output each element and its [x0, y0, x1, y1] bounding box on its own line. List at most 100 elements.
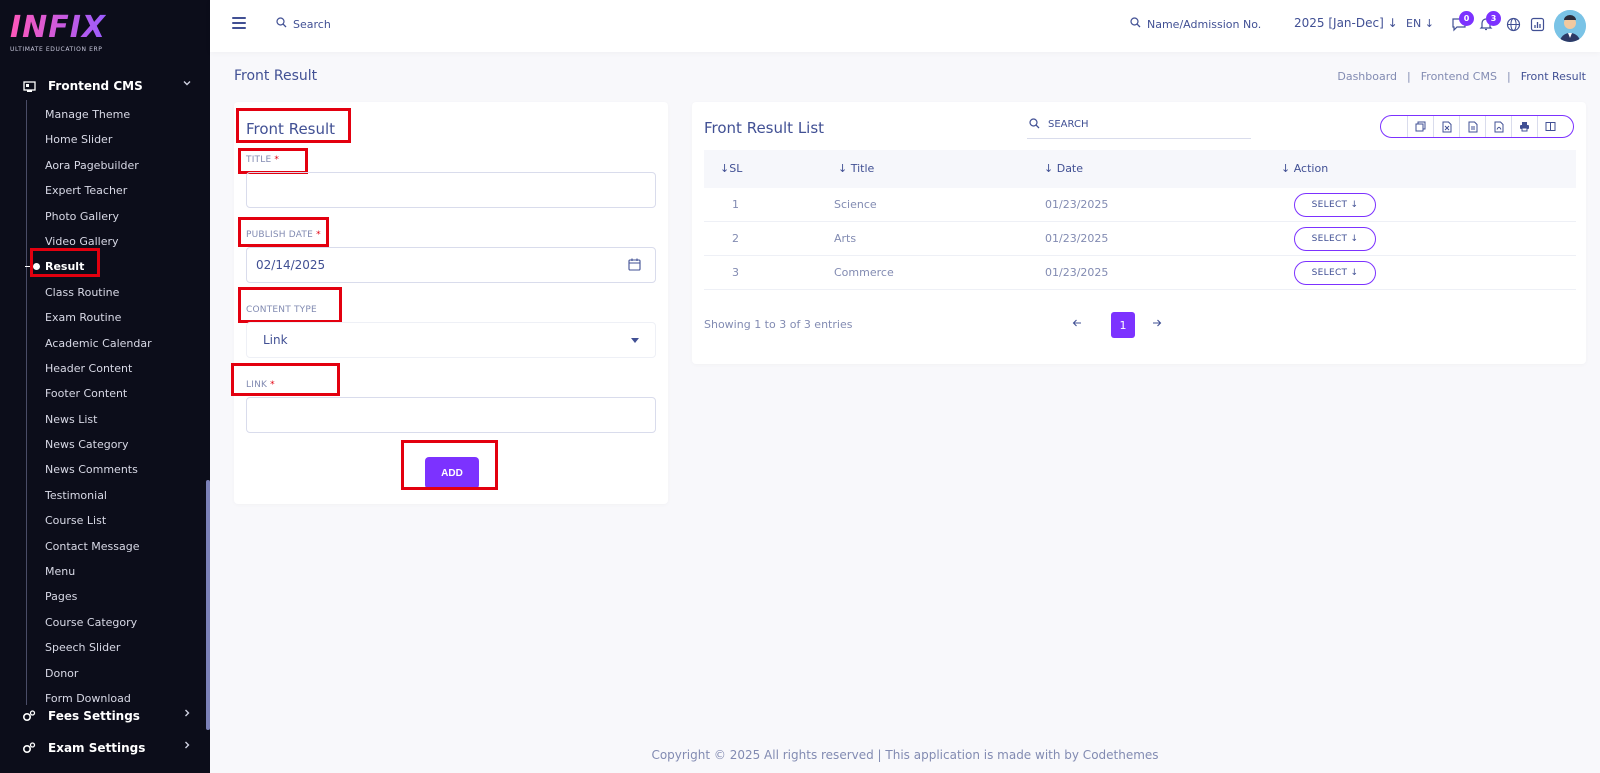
- sidebar-group-label: Fees Settings: [48, 709, 140, 723]
- breadcrumb-current: Front Result: [1520, 70, 1586, 83]
- top-search[interactable]: Search: [276, 17, 331, 31]
- notifications-button[interactable]: 3: [1477, 11, 1501, 35]
- row-select-button[interactable]: SELECT ↓: [1294, 227, 1376, 251]
- highlight-link-label: [231, 363, 340, 396]
- sidebar-group-frontend-cms[interactable]: Frontend CMS: [0, 73, 210, 99]
- column-header-sl[interactable]: ↓SL: [720, 162, 742, 175]
- front-result-form-card: Front Result TITLE * PUBLISH DATE * 02/1…: [231, 102, 668, 504]
- row-select-button[interactable]: SELECT ↓: [1294, 261, 1376, 285]
- sidebar-item-news-comments[interactable]: News Comments: [0, 457, 210, 482]
- sidebar-item-menu[interactable]: Menu: [0, 559, 210, 584]
- arrow-down-icon: ↓: [1387, 16, 1398, 30]
- cms-icon: [22, 79, 36, 93]
- copyright-text: Copyright © 2025 All rights reserved | T…: [651, 748, 1159, 762]
- search-icon: [1130, 17, 1141, 31]
- columns-icon: [1545, 122, 1556, 131]
- select-label: SELECT: [1311, 200, 1348, 210]
- admission-search-label: Name/Admission No.: [1147, 17, 1262, 31]
- sidebar-item-course-list[interactable]: Course List: [0, 508, 210, 533]
- table-header: ↓SL ↓ Title ↓ Date ↓ Action: [704, 150, 1576, 188]
- sidebar-scrollbar[interactable]: [206, 480, 210, 730]
- next-page-button[interactable]: [1152, 317, 1162, 332]
- sidebar-group-exam-settings[interactable]: Exam Settings: [0, 735, 210, 761]
- column-header-title[interactable]: ↓ Title: [838, 162, 874, 175]
- previous-page-button[interactable]: [1072, 317, 1082, 332]
- list-search[interactable]: SEARCH: [1027, 111, 1251, 139]
- csv-button[interactable]: [1459, 116, 1485, 137]
- select-label: SELECT: [1311, 268, 1348, 278]
- column-visibility-button[interactable]: [1537, 116, 1563, 137]
- pdf-button[interactable]: [1485, 116, 1511, 137]
- highlight-result-item: [30, 248, 100, 277]
- language-select[interactable]: EN ↓: [1406, 17, 1434, 30]
- sidebar-item-donor[interactable]: Donor: [0, 661, 210, 686]
- breadcrumb-frontend-cms[interactable]: Frontend CMS: [1421, 70, 1497, 83]
- sidebar-item-header-content[interactable]: Header Content: [0, 356, 210, 381]
- admission-search[interactable]: Name/Admission No.: [1130, 17, 1261, 31]
- sidebar-item-exam-routine[interactable]: Exam Routine: [0, 305, 210, 330]
- sidebar-item-aora-pagebuilder[interactable]: Aora Pagebuilder: [0, 153, 210, 178]
- sidebar-item-course-category[interactable]: Course Category: [0, 610, 210, 635]
- highlight-add-button: [401, 440, 498, 490]
- academic-year-select[interactable]: 2025 [Jan-Dec] ↓: [1294, 16, 1398, 30]
- export-button-group: [1380, 115, 1574, 138]
- reports-button[interactable]: [1528, 17, 1546, 35]
- list-search-placeholder: SEARCH: [1048, 119, 1089, 130]
- highlight-publish-date-label: [238, 217, 329, 247]
- sidebar-item-academic-calendar[interactable]: Academic Calendar: [0, 331, 210, 356]
- copy-button[interactable]: [1407, 116, 1433, 137]
- messages-button[interactable]: 0: [1450, 11, 1474, 35]
- sidebar-item-home-slider[interactable]: Home Slider: [0, 127, 210, 152]
- column-header-action[interactable]: ↓ Action: [1281, 162, 1328, 175]
- sidebar-item-speech-slider[interactable]: Speech Slider: [0, 635, 210, 660]
- sidebar: INFIX ULTIMATE EDUCATION ERP Frontend CM…: [0, 0, 210, 773]
- footer: Copyright © 2025 All rights reserved | T…: [210, 748, 1600, 762]
- print-icon: [1520, 122, 1529, 132]
- highlight-title-label: [238, 148, 308, 174]
- top-header: Search Name/Admission No. 2025 [Jan-Dec]…: [210, 0, 1600, 52]
- table-row: 1 Science 01/23/2025 SELECT ↓: [704, 188, 1576, 222]
- menu-toggle-button[interactable]: [232, 17, 246, 31]
- excel-button[interactable]: [1433, 116, 1459, 137]
- sidebar-item-contact-message[interactable]: Contact Message: [0, 534, 210, 559]
- cell-sl: 1: [732, 198, 739, 211]
- list-title: Front Result List: [704, 119, 825, 137]
- select-label: SELECT: [1311, 234, 1348, 244]
- globe-icon: [1506, 17, 1521, 36]
- breadcrumb-separator: |: [1407, 70, 1411, 83]
- arrow-right-icon: [1153, 319, 1162, 327]
- cell-sl: 2: [732, 232, 739, 245]
- breadcrumb-dashboard[interactable]: Dashboard: [1337, 70, 1397, 83]
- link-input[interactable]: [246, 397, 656, 433]
- logo-text: INFIX: [10, 10, 107, 45]
- website-button[interactable]: [1504, 17, 1522, 35]
- sidebar-group-fees-settings[interactable]: Fees Settings: [0, 703, 210, 729]
- gears-icon: [22, 709, 36, 723]
- title-input[interactable]: [246, 172, 656, 208]
- breadcrumb: Dashboard | Frontend CMS | Front Result: [1337, 70, 1586, 83]
- sidebar-item-testimonial[interactable]: Testimonial: [0, 483, 210, 508]
- content-type-select[interactable]: Link: [246, 322, 656, 358]
- table-row: 2 Arts 01/23/2025 SELECT ↓: [704, 222, 1576, 256]
- page-button[interactable]: 1: [1111, 312, 1135, 338]
- sidebar-item-photo-gallery[interactable]: Photo Gallery: [0, 204, 210, 229]
- sidebar-item-class-routine[interactable]: Class Routine: [0, 280, 210, 305]
- user-avatar[interactable]: [1554, 10, 1586, 42]
- column-header-date[interactable]: ↓ Date: [1044, 162, 1083, 175]
- sidebar-item-expert-teacher[interactable]: Expert Teacher: [0, 178, 210, 203]
- row-select-button[interactable]: SELECT ↓: [1294, 193, 1376, 217]
- calendar-icon[interactable]: [628, 258, 641, 271]
- sidebar-item-news-category[interactable]: News Category: [0, 432, 210, 457]
- sidebar-item-pages[interactable]: Pages: [0, 584, 210, 609]
- copy-icon: [1415, 121, 1426, 132]
- print-button[interactable]: [1511, 116, 1537, 137]
- highlight-content-type-label: [238, 287, 342, 323]
- publish-date-input[interactable]: 02/14/2025: [246, 247, 656, 283]
- arrow-left-icon: [1072, 319, 1081, 327]
- sidebar-item-news-list[interactable]: News List: [0, 407, 210, 432]
- excel-icon: [1442, 121, 1451, 132]
- sidebar-item-footer-content[interactable]: Footer Content: [0, 381, 210, 406]
- logo[interactable]: INFIX ULTIMATE EDUCATION ERP: [10, 10, 107, 54]
- chevron-right-icon: [182, 740, 192, 753]
- sidebar-item-manage-theme[interactable]: Manage Theme: [0, 102, 210, 127]
